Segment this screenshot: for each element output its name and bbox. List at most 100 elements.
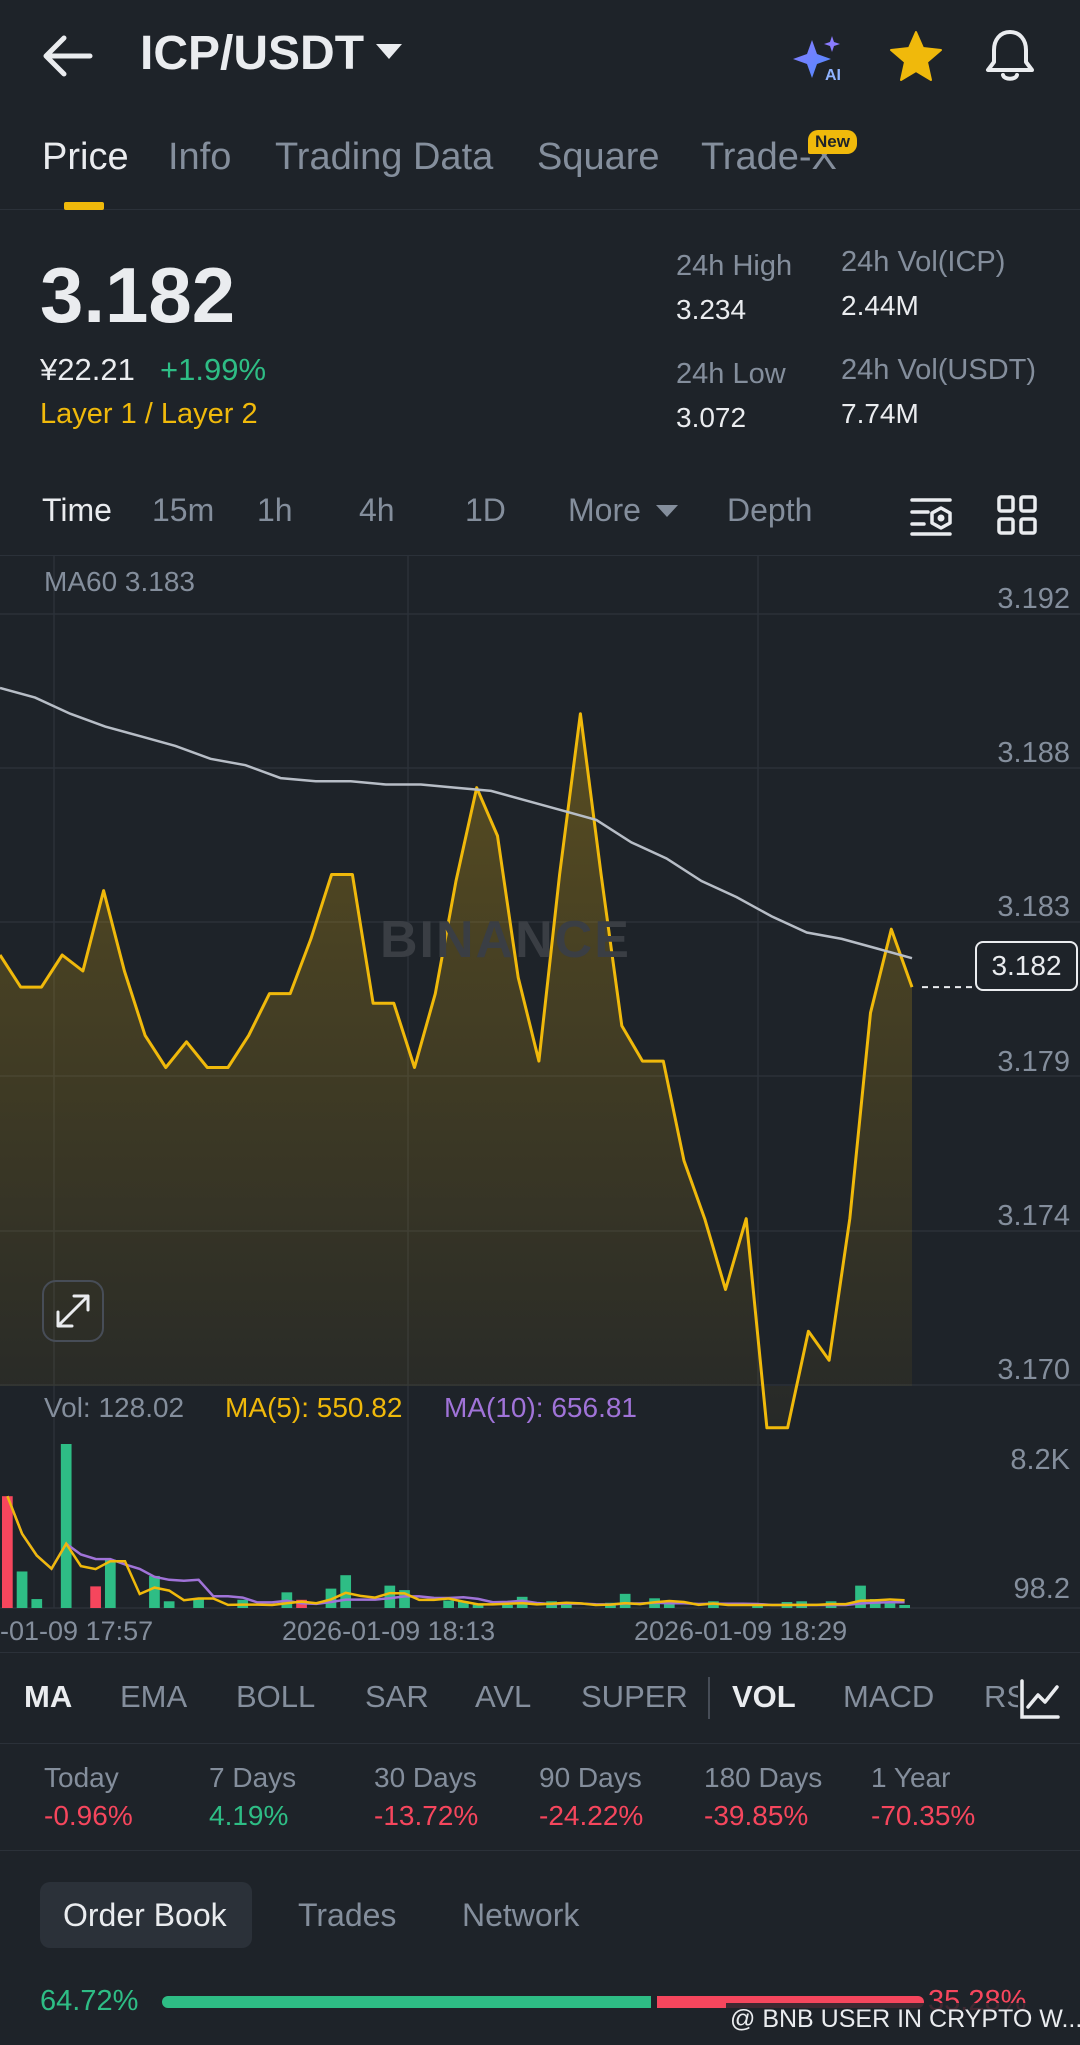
volume-bar	[884, 1603, 896, 1608]
interval-more[interactable]: More	[568, 492, 641, 529]
volume-ma10-line	[6, 1495, 905, 1607]
vol-icp-label: 24h Vol(ICP)	[841, 246, 1006, 278]
indicator-bar: MA EMA BOLL SAR AVL SUPER VOL MACD RSI	[0, 1652, 1080, 1744]
main-tabs: Price Info Trading Data Square Trade-X N…	[0, 130, 1080, 210]
volume-bar	[60, 1444, 72, 1608]
vol-ma5-legend: MA(5): 550.82	[225, 1392, 403, 1423]
tab-network[interactable]: Network	[462, 1897, 579, 1934]
interval-1d[interactable]: 1D	[465, 492, 506, 529]
favorite-star-icon[interactable]	[888, 30, 944, 82]
interval-15m[interactable]: 15m	[152, 492, 214, 529]
vol-tick-label: 8.2K	[1010, 1444, 1070, 1476]
interval-1h[interactable]: 1h	[257, 492, 293, 529]
back-arrow-icon[interactable]	[40, 30, 96, 82]
more-caret-icon[interactable]	[656, 505, 678, 517]
tab-info[interactable]: Info	[168, 136, 231, 179]
indicator-sar[interactable]: SAR	[365, 1679, 429, 1715]
performance-period-label: 30 Days	[374, 1762, 477, 1793]
performance-period-label: 7 Days	[209, 1762, 297, 1793]
performance-period-value: -70.35%	[871, 1800, 976, 1831]
vol-icp-value: 2.44M	[841, 290, 919, 321]
indicator-ema[interactable]: EMA	[120, 1679, 187, 1715]
volume-bar	[149, 1575, 160, 1608]
notification-bell-icon[interactable]	[984, 28, 1036, 84]
performance-period-label: 180 Days	[704, 1762, 823, 1793]
indicator-super[interactable]: SUPER	[581, 1679, 688, 1715]
y-tick-label: 3.179	[997, 1046, 1070, 1078]
ma60-legend: MA60 3.183	[44, 566, 195, 597]
tab-square[interactable]: Square	[537, 136, 660, 179]
performance-period-value: -39.85%	[704, 1800, 809, 1831]
x-axis-label: 2026-01-09 18:13	[282, 1616, 496, 1646]
indicator-vol[interactable]: VOL	[732, 1679, 796, 1715]
volume-bar	[31, 1599, 43, 1608]
volume-ma5-line	[6, 1495, 905, 1607]
y-tick-label: 3.174	[997, 1200, 1070, 1232]
indicator-settings-button[interactable]	[1018, 1677, 1062, 1721]
tab-price[interactable]: Price	[42, 136, 129, 179]
expand-chart-button[interactable]	[42, 1280, 104, 1342]
interval-bar: Time 15m 1h 4h 1D More Depth	[0, 480, 1080, 556]
volume-bar	[899, 1605, 910, 1608]
performance-period-value: 4.19%	[209, 1800, 289, 1831]
line-chart-icon	[1020, 1679, 1060, 1719]
tab-trading-data[interactable]: Trading Data	[275, 136, 493, 179]
chart-settings-icon[interactable]	[910, 494, 956, 538]
tab-trades[interactable]: Trades	[298, 1897, 396, 1934]
new-badge: New	[808, 130, 857, 154]
volume-bar	[16, 1571, 28, 1608]
current-price-marker: 3.182	[975, 941, 1078, 991]
active-tab-indicator	[64, 202, 104, 210]
price-chart[interactable]	[0, 556, 1080, 1652]
category-tag[interactable]: Layer 1 / Layer 2	[40, 398, 258, 431]
watermark-credit: @ BNB USER IN CRYPTO W...	[726, 2003, 1080, 2036]
volume-bar	[443, 1600, 454, 1608]
bid-percent: 64.72%	[40, 1985, 139, 2017]
interval-time[interactable]: Time	[42, 492, 112, 529]
performance-period-value: -0.96%	[44, 1800, 133, 1831]
interval-depth[interactable]: Depth	[727, 492, 812, 529]
y-tick-label: 3.183	[997, 891, 1070, 923]
performance-period-label: Today	[44, 1762, 119, 1793]
volume-bar	[502, 1605, 513, 1608]
y-tick-label: 3.188	[997, 737, 1070, 769]
binance-watermark: BINANCE	[380, 911, 631, 969]
low-label: 24h Low	[676, 358, 786, 390]
volume-bar	[104, 1559, 116, 1608]
svg-text:AI: AI	[825, 67, 841, 82]
vol-tick-label: 98.2	[1013, 1573, 1070, 1605]
ai-sparkle-icon[interactable]: AI	[792, 34, 848, 82]
pair-title[interactable]: ICP/USDT	[140, 26, 364, 81]
interval-4h[interactable]: 4h	[359, 492, 395, 529]
performance-period-value: -24.22%	[539, 1800, 644, 1831]
indicator-ma[interactable]: MA	[24, 1679, 72, 1715]
volume-bar	[619, 1593, 631, 1608]
vol-legend: Vol: 128.02	[44, 1392, 185, 1423]
low-value: 3.072	[676, 402, 747, 433]
pair-dropdown-caret-icon[interactable]	[376, 44, 402, 59]
high-label: 24h High	[676, 250, 793, 282]
volume-bar	[2, 1496, 13, 1608]
indicator-macd[interactable]: MACD	[843, 1679, 934, 1715]
vol-usdt-value: 7.74M	[841, 398, 919, 429]
performance-period-value: -13.72%	[374, 1800, 479, 1831]
volume-bar	[163, 1601, 175, 1608]
x-axis-label: -01-09 17:57	[0, 1616, 154, 1646]
volume-bar	[193, 1599, 204, 1608]
price-cny: ¥22.21	[40, 352, 135, 387]
layout-grid-icon[interactable]	[996, 494, 1038, 536]
performance-period-label: 1 Year	[871, 1762, 951, 1793]
indicator-boll[interactable]: BOLL	[236, 1679, 315, 1715]
high-value: 3.234	[676, 294, 747, 325]
y-tick-label: 3.170	[997, 1354, 1070, 1386]
bid-ratio-bar	[162, 1996, 651, 2008]
last-price: 3.182	[40, 251, 236, 339]
expand-icon	[56, 1294, 90, 1328]
indicator-avl[interactable]: AVL	[475, 1679, 531, 1715]
vol-ma10-legend: MA(10): 656.81	[444, 1392, 637, 1423]
price-change-percent: +1.99%	[160, 352, 267, 387]
tab-order-book[interactable]: Order Book	[63, 1897, 227, 1934]
indicator-divider	[708, 1677, 710, 1719]
divider	[0, 1850, 1080, 1851]
vol-usdt-label: 24h Vol(USDT)	[841, 354, 1037, 386]
